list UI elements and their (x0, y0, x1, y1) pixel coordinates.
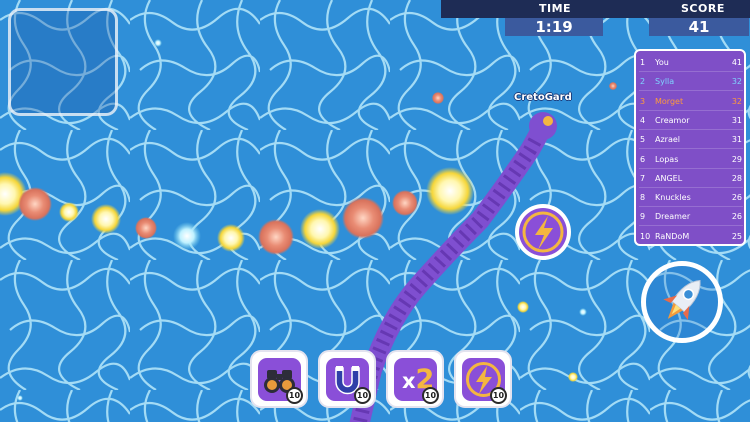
leaderboard-name: You (655, 58, 669, 67)
leaderboard-rank: 10 (640, 231, 651, 241)
leaderboard-name: ANGEL (655, 173, 683, 183)
food-orb (173, 222, 201, 250)
score-label: SCORE (681, 2, 725, 15)
leaderboard-score: 26 (731, 212, 742, 222)
leaderboard-name: Azrael (655, 135, 681, 145)
snake-head (529, 112, 557, 140)
lightning-pickup[interactable] (515, 204, 571, 260)
leaderboard-row: 8 Knuckles 26 (636, 188, 744, 208)
leaderboard-row: 6 Lopas 29 (636, 150, 744, 169)
hud-top: TIME SCORE 1:19 41 (441, 0, 750, 36)
leaderboard-score: 41 (731, 58, 742, 67)
boost-button[interactable] (641, 261, 723, 343)
speed-powerup-button[interactable]: ✦ 10 (454, 350, 512, 408)
food-orb (426, 167, 474, 215)
leaderboard-rank: 5 (640, 135, 646, 145)
food-orb (609, 82, 617, 90)
food-orb (300, 209, 340, 249)
binoculars-powerup-button[interactable]: ✦ 10 (250, 350, 308, 408)
food-orb (258, 219, 294, 255)
leaderboard-row: 10 RaNDoM 25 (636, 227, 744, 244)
food-orb (579, 308, 587, 316)
time-label: TIME (539, 2, 572, 15)
minimap (8, 8, 118, 116)
leaderboard-row: 7 ANGEL 28 (636, 169, 744, 188)
leaderboard-row: 5 Azrael 31 (636, 130, 744, 150)
leaderboard-rank: 3 (640, 96, 646, 106)
leaderboard-rank: 8 (640, 193, 646, 203)
leaderboard-name: Morget (655, 96, 684, 106)
food-orb (18, 187, 52, 221)
leaderboard-rank: 6 (640, 154, 646, 164)
leaderboard-score: 32 (731, 77, 742, 87)
leaderboard-name: Lopas (655, 154, 679, 164)
leaderboard-name: Dreamer (655, 212, 691, 222)
powerup-count: 10 (286, 387, 303, 404)
powerup-count: 10 (490, 387, 507, 404)
powerup-count: 10 (422, 387, 439, 404)
double-powerup-button[interactable]: ✦ x2 10 (386, 350, 444, 408)
leaderboard-rank: 4 (640, 115, 646, 125)
food-orb (17, 395, 23, 401)
leaderboard-rank: 2 (640, 77, 646, 87)
leaderboard-rank: 1 (640, 58, 646, 67)
score-value: 41 (649, 18, 749, 36)
leaderboard-row: 9 Dreamer 26 (636, 207, 744, 227)
leaderboard-rank: 9 (640, 212, 646, 222)
powerup-count: 10 (354, 387, 371, 404)
leaderboard-rank: 7 (640, 173, 646, 183)
food-orb (517, 301, 529, 313)
game-stage[interactable]: TIME SCORE 1:19 41 1 You 41 2 Sylla 32 3 Morget… (0, 0, 750, 422)
food-orb (91, 204, 121, 234)
leaderboard-score: 28 (731, 173, 742, 183)
food-orb (217, 224, 245, 252)
leaderboard-row: 1 You 41 (636, 53, 744, 72)
player-nametag: CretoGard (514, 92, 572, 103)
food-orb (392, 190, 418, 216)
leaderboard: 1 You 41 2 Sylla 32 3 Morget 32 4 Creamor 31 5 Azrael… (634, 49, 746, 246)
powerup-bar: ✦ 10 ✦ 10 ✦ x2 10 ✦ 10 (250, 350, 512, 410)
leaderboard-name: Creamor (655, 115, 690, 125)
food-orb (568, 372, 578, 382)
food-orb (135, 217, 157, 239)
leaderboard-name: Knuckles (655, 193, 691, 203)
leaderboard-score: 25 (731, 231, 742, 241)
leaderboard-score: 31 (731, 115, 742, 125)
food-orb (342, 197, 384, 239)
leaderboard-name: Sylla (655, 77, 675, 87)
food-orb (432, 92, 444, 104)
leaderboard-score: 31 (731, 135, 742, 145)
magnet-powerup-button[interactable]: ✦ 10 (318, 350, 376, 408)
leaderboard-name: RaNDoM (655, 231, 690, 241)
leaderboard-score: 32 (731, 96, 742, 106)
food-orb (59, 202, 79, 222)
leaderboard-row: 3 Morget 32 (636, 92, 744, 111)
leaderboard-row: 2 Sylla 32 (636, 72, 744, 92)
leaderboard-score: 29 (731, 154, 742, 164)
rocket-icon (663, 280, 701, 320)
time-value: 1:19 (505, 18, 603, 36)
food-orb (154, 39, 162, 47)
x2-label-x: x (402, 369, 416, 393)
snake-mouth (543, 116, 553, 126)
leaderboard-score: 26 (731, 193, 742, 203)
leaderboard-row: 4 Creamor 31 (636, 111, 744, 130)
